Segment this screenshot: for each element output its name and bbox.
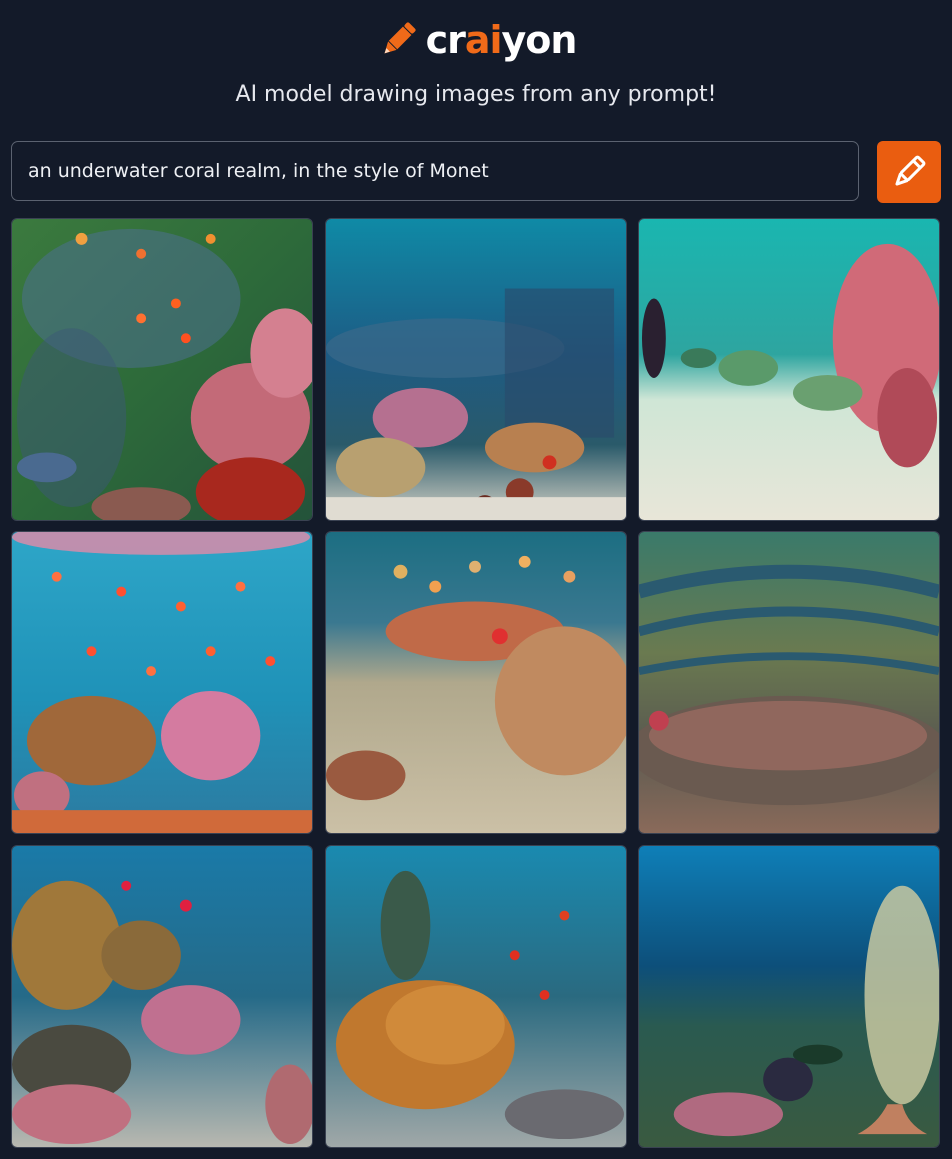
result-image-5[interactable] [325, 531, 627, 834]
result-image-9[interactable] [638, 845, 940, 1148]
result-image-3[interactable] [638, 218, 940, 521]
logo[interactable]: craiyon [0, 12, 952, 68]
result-image-4[interactable] [11, 531, 313, 834]
result-image-1[interactable] [11, 218, 313, 521]
logo-wordmark: craiyon [425, 18, 578, 62]
results-grid [11, 218, 941, 1148]
tagline: AI model drawing images from any prompt! [235, 82, 717, 107]
logo-accent: ai [464, 18, 503, 62]
result-image-6[interactable] [638, 531, 940, 834]
logo-suffix: yon [501, 18, 578, 62]
pencil-icon [895, 155, 926, 186]
result-image-8[interactable] [325, 845, 627, 1148]
result-image-7[interactable] [11, 845, 313, 1148]
logo-prefix: cr [425, 18, 466, 62]
prompt-input[interactable] [11, 141, 859, 201]
craiyon-page: craiyon AI model drawing images from any… [0, 0, 952, 1159]
result-image-2[interactable] [325, 218, 627, 521]
draw-button[interactable] [877, 141, 941, 203]
pencil-icon [384, 22, 416, 54]
